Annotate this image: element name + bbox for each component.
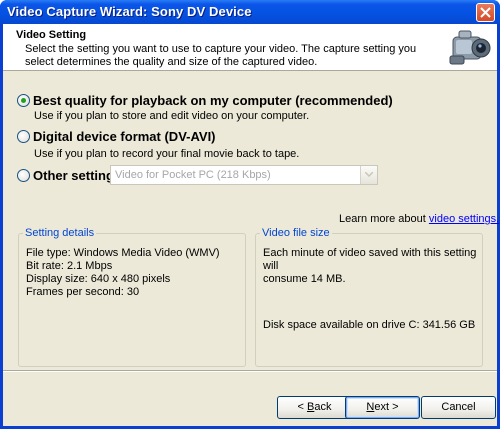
dropdown-value: Video for Pocket PC (218 Kbps) bbox=[115, 169, 271, 181]
bit-rate: Bit rate: 2.1 Mbps bbox=[26, 260, 113, 272]
best-quality-radio[interactable] bbox=[17, 94, 30, 107]
page-description: Select the setting you want to use to ca… bbox=[25, 43, 417, 68]
setting-details-group: Setting details File type: Windows Media… bbox=[18, 227, 246, 367]
video-file-size-group: Video file size Each minute of video sav… bbox=[255, 227, 483, 367]
other-settings-dropdown: Video for Pocket PC (218 Kbps) bbox=[110, 165, 378, 185]
best-quality-description: Use if you plan to store and edit video … bbox=[34, 110, 310, 122]
title-bar[interactable]: Video Capture Wizard: Sony DV Device bbox=[0, 0, 500, 24]
video-settings-link[interactable]: video settings. bbox=[429, 213, 499, 225]
cancel-button[interactable]: Cancel bbox=[421, 396, 496, 419]
dv-avi-radio[interactable] bbox=[17, 130, 30, 143]
close-button[interactable] bbox=[476, 3, 495, 22]
setting-details-title: Setting details bbox=[23, 227, 97, 239]
video-file-size-body: Each minute of video saved with this set… bbox=[263, 247, 482, 286]
learn-more: Learn more about video settings. bbox=[339, 213, 499, 225]
wizard-header: Video Setting Select the setting you wan… bbox=[3, 24, 497, 71]
video-camera-icon bbox=[449, 30, 491, 65]
dv-avi-label[interactable]: Digital device format (DV-AVI) bbox=[33, 129, 216, 144]
file-type: File type: Windows Media Video (WMV) bbox=[26, 247, 220, 259]
back-button[interactable]: < Back bbox=[277, 396, 352, 419]
setting-details-body: File type: Windows Media Video (WMV) Bit… bbox=[26, 247, 220, 299]
learn-more-text: Learn more about bbox=[339, 213, 429, 225]
other-settings-label[interactable]: Other settings bbox=[33, 168, 121, 183]
other-settings-radio[interactable] bbox=[17, 169, 30, 182]
next-button[interactable]: Next > bbox=[345, 396, 420, 419]
video-file-size-title: Video file size bbox=[260, 227, 332, 239]
window-title: Video Capture Wizard: Sony DV Device bbox=[7, 4, 252, 19]
disk-space: Disk space available on drive C: 341.56 … bbox=[263, 319, 476, 331]
dialog-client: Video Setting Select the setting you wan… bbox=[3, 24, 499, 426]
page-title: Video Setting bbox=[16, 29, 87, 41]
button-separator bbox=[3, 370, 497, 372]
dv-avi-description: Use if you plan to record your final mov… bbox=[34, 148, 300, 160]
frames-per-second: Frames per second: 30 bbox=[26, 286, 140, 298]
chevron-down-icon bbox=[365, 172, 373, 177]
file-size-line2: consume 14 MB. bbox=[263, 273, 346, 285]
display-size: Display size: 640 x 480 pixels bbox=[26, 273, 171, 285]
file-size-line1: Each minute of video saved with this set… bbox=[263, 247, 477, 272]
dropdown-button bbox=[360, 166, 377, 184]
best-quality-label[interactable]: Best quality for playback on my computer… bbox=[33, 93, 393, 108]
wizard-window: Video Capture Wizard: Sony DV Device Vid… bbox=[0, 0, 500, 429]
close-icon bbox=[480, 7, 491, 18]
